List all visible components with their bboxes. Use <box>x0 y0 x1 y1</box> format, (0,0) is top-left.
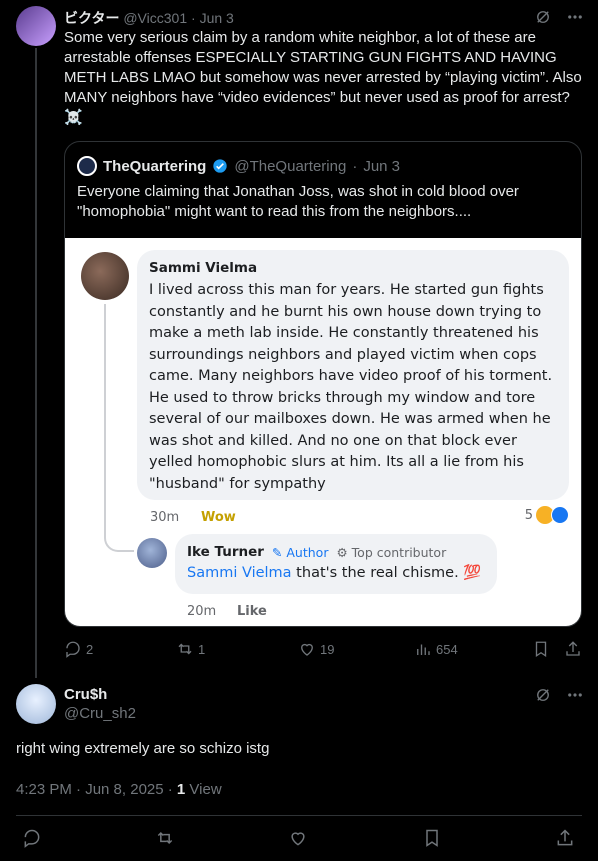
retweet-button[interactable]: 1 <box>176 640 205 658</box>
fb-comment2-like: Like <box>237 604 267 619</box>
reply-icon <box>66 641 80 658</box>
tweet1-action-bar: 2 1 19 654 <box>64 640 584 660</box>
views-button[interactable]: 654 <box>414 640 458 658</box>
reply-button[interactable] <box>22 828 42 848</box>
divider <box>16 815 582 816</box>
share-icon <box>566 641 580 656</box>
fb-mention: Sammi Vielma <box>187 565 292 581</box>
retweet-count: 1 <box>198 641 206 657</box>
reply-count: 2 <box>86 641 94 657</box>
tweet2-action-bar <box>0 828 598 850</box>
reply-icon <box>24 829 40 848</box>
share-button[interactable] <box>555 828 575 848</box>
bookmark-icon <box>426 829 438 847</box>
retweet-icon <box>157 831 173 845</box>
tweet2-views-label: View <box>185 781 222 798</box>
fb-comment2-time: 20m <box>187 604 217 619</box>
like-icon <box>291 832 305 846</box>
quote-header: TheQuartering @TheQuartering · Jun 3 <box>77 156 400 176</box>
quote-text: Everyone claiming that Jonathan Joss, wa… <box>77 183 519 220</box>
embedded-facebook-screenshot[interactable]: Sammi Vielma I lived across this man for… <box>65 238 581 626</box>
like-button[interactable]: 19 <box>298 640 334 658</box>
fb-comment1-reaction-label: Wow <box>201 510 236 525</box>
tweet1-author-name[interactable]: ビクター <box>64 10 119 26</box>
quote-date[interactable]: Jun 3 <box>363 158 400 175</box>
tweet2-views-count: 1 <box>176 781 186 798</box>
fb-comment1-reactions: 5 <box>525 506 569 524</box>
retweet-icon <box>178 643 192 655</box>
quote-author-name[interactable]: TheQuartering <box>103 158 206 175</box>
tweet2-author-name[interactable]: Cru$h <box>64 686 107 703</box>
fb-top-contributor-badge: ⚙ Top contributor <box>336 544 447 560</box>
views-count: 654 <box>436 641 458 657</box>
bookmark-icon <box>535 641 547 658</box>
fb-author-badge-label: Author <box>286 544 329 560</box>
fb-comment-bubble: Sammi Vielma I lived across this man for… <box>137 250 569 500</box>
fb-comment2-body: that's the real chisme. 💯 <box>291 565 482 581</box>
fb-author-badge: ✎ Author <box>271 544 329 560</box>
avatar-cru-sh2[interactable] <box>16 684 56 724</box>
tweet1-separator: · <box>191 10 196 26</box>
fb-comment1-name: Sammi Vielma <box>149 260 258 276</box>
tweet1-header: ビクター @Vicc301 · Jun 3 <box>64 8 234 28</box>
tweet2-meta: 4:23 PM · Jun 8, 2025 · 1 View <box>16 781 222 798</box>
tweet1-text: Some very serious claim by a random whit… <box>64 29 582 126</box>
reply-button[interactable]: 2 <box>64 640 93 658</box>
fb-top-contributor-label: Top contributor <box>351 544 447 560</box>
quote-tweet-card[interactable]: TheQuartering @TheQuartering · Jun 3 Eve… <box>64 141 582 627</box>
like-emoji-icon <box>551 506 569 524</box>
tweet2-text: right wing extremely are so schizo istg <box>16 740 270 757</box>
thread-line <box>35 48 37 678</box>
fb-comment2-text: Sammi Vielma that's the real chisme. 💯 <box>187 564 481 581</box>
like-button[interactable] <box>288 828 308 848</box>
tweet2-top-actions <box>534 686 584 709</box>
tweet2-timestamp[interactable]: 4:23 PM · Jun 8, 2025 · <box>16 781 177 798</box>
bookmark-button[interactable] <box>422 828 442 848</box>
views-icon <box>417 644 430 655</box>
quote-author-handle[interactable]: @TheQuartering <box>234 158 346 175</box>
like-icon <box>301 643 313 656</box>
quote-separator: · <box>352 157 358 175</box>
tweet1-author-handle[interactable]: @Vicc301 <box>123 10 187 26</box>
fb-avatar-ike <box>137 538 167 568</box>
fb-reply-thread-line <box>104 304 134 552</box>
tweet2-author-handle[interactable]: @Cru_sh2 <box>64 705 136 722</box>
fb-comment2-name: Ike Turner <box>187 544 264 560</box>
quote-avatar[interactable] <box>77 156 97 176</box>
fb-comment1-time: 30m <box>150 510 180 525</box>
bookmark-button[interactable] <box>532 640 550 658</box>
share-icon <box>557 829 573 846</box>
tweet1-date[interactable]: Jun 3 <box>200 10 234 26</box>
retweet-button[interactable] <box>155 828 175 848</box>
fb-reaction-count: 5 <box>524 507 533 523</box>
fb-comment1-text: I lived across this man for years. He st… <box>149 282 553 492</box>
fb-comment2-header: Ike Turner ✎ Author ⚙ Top contributor <box>187 544 446 560</box>
verified-badge-icon <box>213 159 228 173</box>
like-count: 19 <box>320 641 335 657</box>
fb-avatar-sammi <box>81 252 129 300</box>
grok-icon[interactable] <box>534 686 552 709</box>
fb-reply-bubble: Ike Turner ✎ Author ⚙ Top contributor Sa… <box>175 534 497 594</box>
more-icon[interactable] <box>566 686 584 709</box>
share-button[interactable] <box>564 640 582 658</box>
avatar-vicc301[interactable] <box>16 6 56 46</box>
